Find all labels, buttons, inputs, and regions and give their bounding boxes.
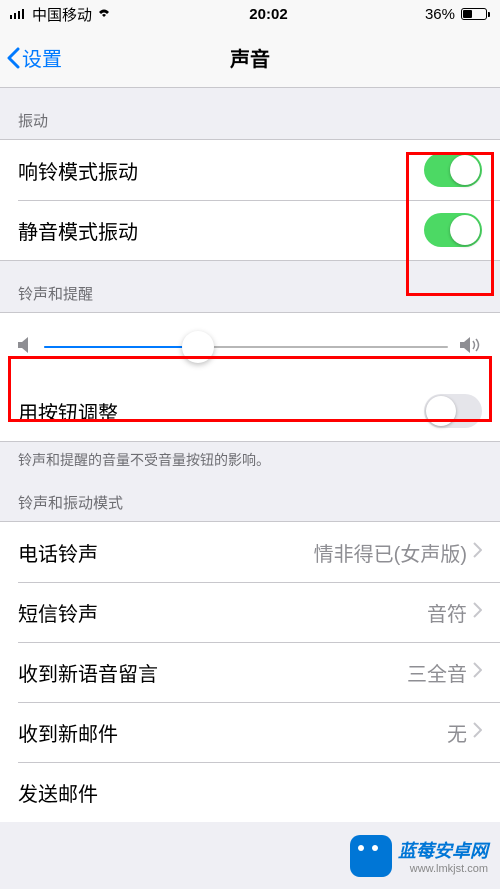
voicemail-value: 三全音 (407, 658, 467, 687)
voicemail-label: 收到新语音留言 (18, 658, 158, 687)
vibrate-on-ring-switch[interactable] (424, 153, 482, 187)
slider-thumb[interactable] (182, 331, 214, 363)
watermark-icon (350, 835, 392, 877)
chevron-right-icon (473, 722, 482, 743)
ringtone-label: 电话铃声 (18, 538, 98, 567)
volume-high-icon (460, 336, 482, 359)
back-label: 设置 (22, 43, 62, 72)
ringtone-cell[interactable]: 电话铃声 情非得已(女声版) (0, 522, 500, 582)
battery-icon (459, 8, 490, 20)
section-header-patterns: 铃声和振动模式 (0, 470, 500, 521)
ringer-footer: 铃声和提醒的音量不受音量按钮的影响。 (0, 442, 500, 470)
sentmail-label: 发送邮件 (18, 778, 98, 807)
watermark: 蓝莓安卓网 www.lmkjst.com (350, 835, 488, 877)
newmail-value: 无 (447, 718, 467, 747)
watermark-name: 蓝莓安卓网 (398, 837, 488, 863)
chevron-left-icon (6, 47, 20, 69)
volume-slider-cell (0, 313, 500, 381)
chevron-right-icon (473, 542, 482, 563)
back-button[interactable]: 设置 (0, 43, 62, 72)
ringtone-value: 情非得已(女声版) (314, 538, 467, 567)
change-with-buttons-label: 用按钮调整 (18, 397, 118, 426)
nav-bar: 设置 声音 (0, 28, 500, 88)
signal-icon (10, 6, 28, 23)
battery-percent: 36% (425, 6, 455, 23)
texttone-value: 音符 (427, 598, 467, 627)
section-header-vibrate: 振动 (0, 88, 500, 139)
newmail-label: 收到新邮件 (18, 718, 118, 747)
change-with-buttons-switch[interactable] (424, 394, 482, 428)
texttone-label: 短信铃声 (18, 598, 98, 627)
watermark-url: www.lmkjst.com (398, 863, 488, 875)
vibrate-on-silent-label: 静音模式振动 (18, 216, 138, 245)
texttone-cell[interactable]: 短信铃声 音符 (0, 582, 500, 642)
newmail-cell[interactable]: 收到新邮件 无 (0, 702, 500, 762)
section-header-ringer: 铃声和提醒 (0, 261, 500, 312)
page-title: 声音 (230, 43, 270, 72)
change-with-buttons-cell: 用按钮调整 (0, 381, 500, 441)
wifi-icon (96, 6, 112, 23)
sentmail-cell[interactable]: 发送邮件 (0, 762, 500, 822)
volume-low-icon (18, 336, 32, 359)
voicemail-cell[interactable]: 收到新语音留言 三全音 (0, 642, 500, 702)
status-bar: 中国移动 20:02 36% (0, 0, 500, 28)
clock-label: 20:02 (249, 6, 287, 23)
vibrate-on-ring-cell: 响铃模式振动 (0, 140, 500, 200)
chevron-right-icon (473, 602, 482, 623)
vibrate-on-silent-cell: 静音模式振动 (0, 200, 500, 260)
carrier-label: 中国移动 (32, 4, 92, 25)
vibrate-on-ring-label: 响铃模式振动 (18, 156, 138, 185)
volume-slider[interactable] (44, 346, 448, 348)
chevron-right-icon (473, 662, 482, 683)
vibrate-on-silent-switch[interactable] (424, 213, 482, 247)
